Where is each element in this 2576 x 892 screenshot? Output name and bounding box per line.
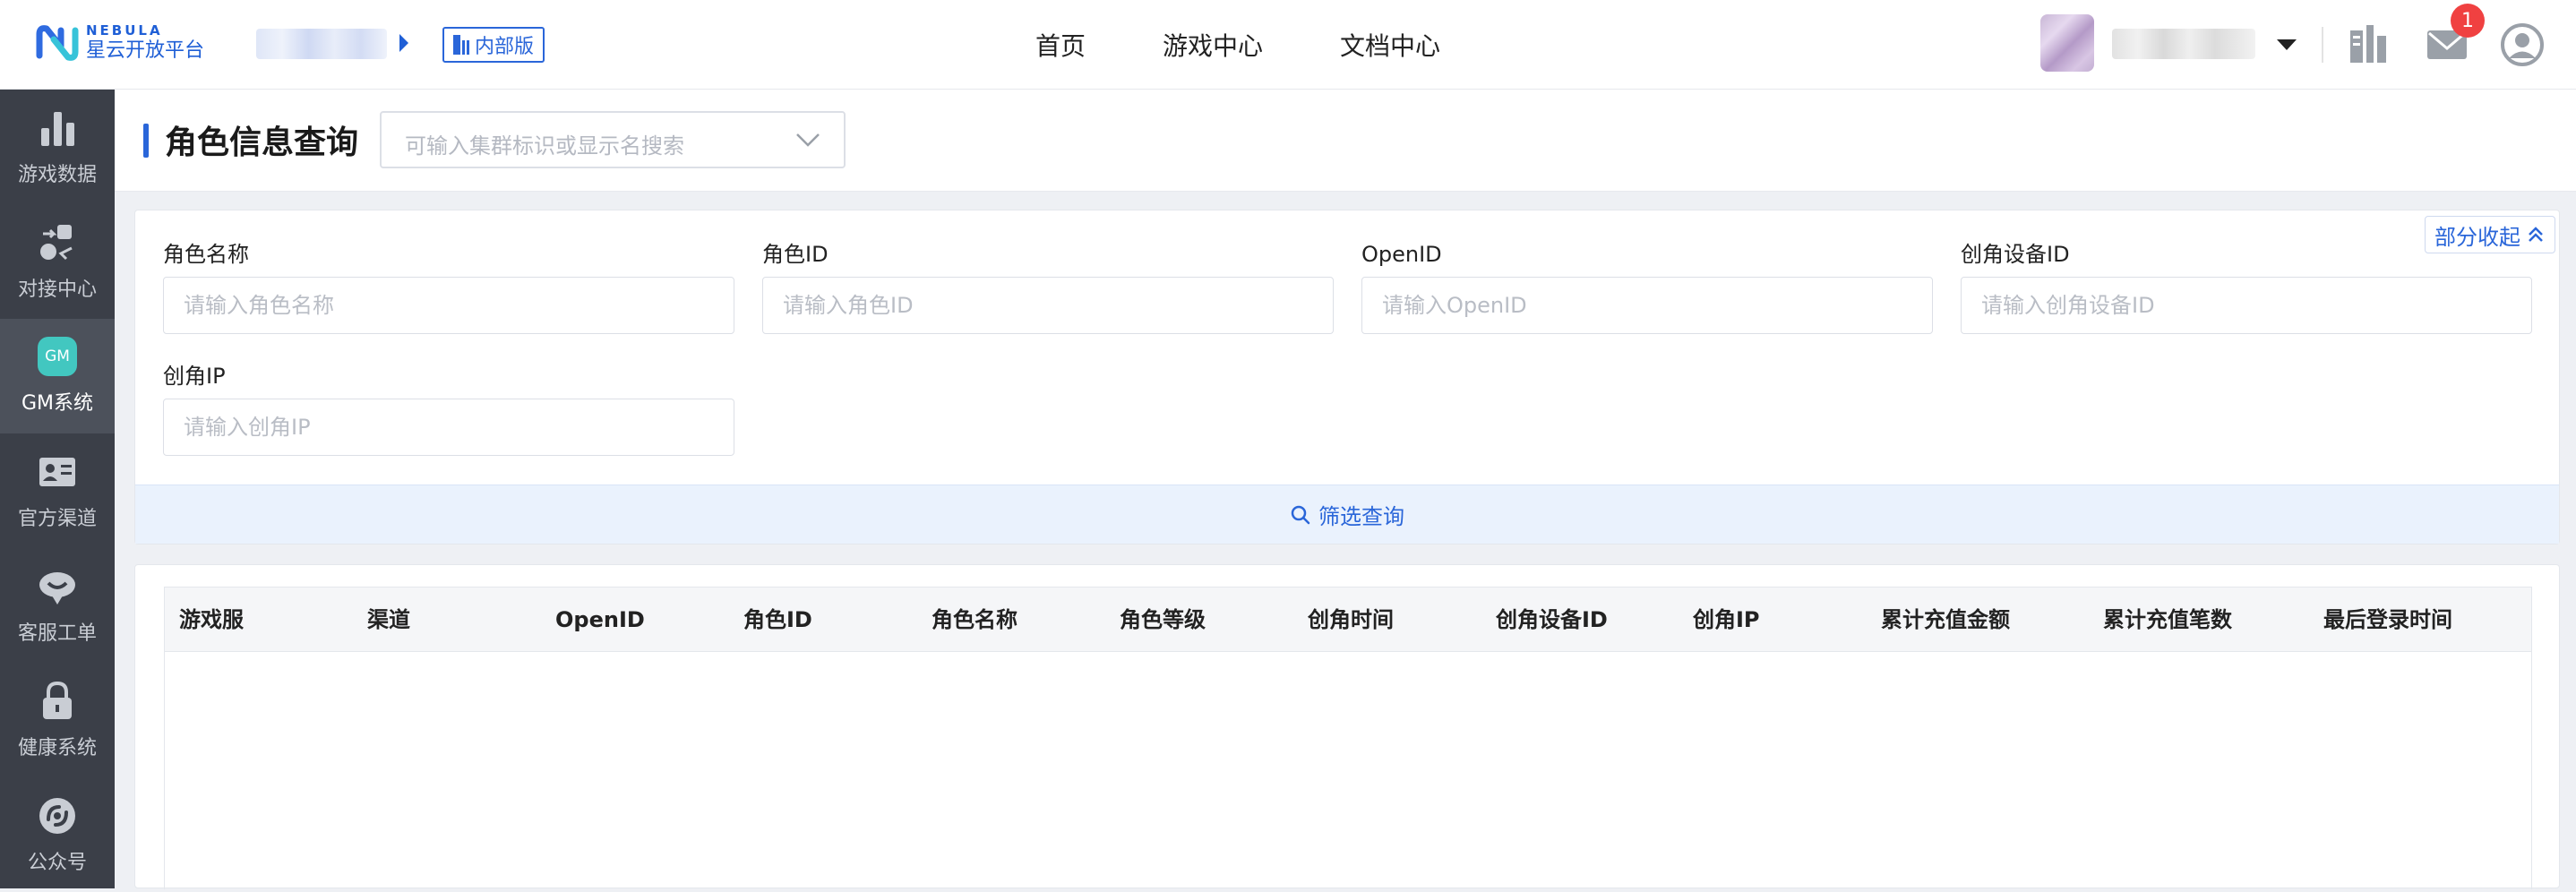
lock-icon [43, 681, 72, 719]
sidebar-item-health-system[interactable]: 健康系统 [0, 663, 115, 777]
col-game-server[interactable]: 游戏服 [179, 588, 244, 652]
col-device-id[interactable]: 创角设备ID [1496, 588, 1608, 652]
user-menu-caret-icon[interactable] [2277, 39, 2297, 50]
sidebar-item-label: GM系统 [21, 392, 94, 415]
field-label: 创角IP [163, 364, 226, 389]
wechat-icon [39, 798, 75, 834]
internal-version-badge: 内部版 [442, 27, 545, 63]
device-id-input[interactable] [1961, 277, 2532, 334]
sidebar-item-label: 健康系统 [17, 737, 97, 759]
top-divider [2322, 27, 2323, 63]
openid-input[interactable] [1361, 277, 1933, 334]
sidebar-item-official-channel[interactable]: 官方渠道 [0, 433, 115, 548]
sidebar-item-label: 游戏数据 [17, 164, 97, 186]
user-name[interactable] [2112, 29, 2255, 59]
page-title: 角色信息查询 [165, 124, 359, 161]
bar-chart-icon [41, 112, 74, 146]
col-role-level[interactable]: 角色等级 [1120, 588, 1206, 652]
field-label: 创角设备ID [1961, 242, 2070, 267]
col-create-time[interactable]: 创角时间 [1308, 588, 1394, 652]
results-panel: 游戏服 渠道 OpenID 角色ID 角色名称 角色等级 创角时间 创角设备ID… [134, 564, 2560, 889]
sidebar-item-gm-system[interactable]: GM GM系统 [0, 319, 115, 433]
id-card-icon [39, 458, 75, 486]
chevron-down-icon [796, 133, 820, 147]
title-accent-bar [143, 124, 149, 158]
search-icon [1291, 505, 1310, 524]
sidebar-item-label: 客服工单 [17, 622, 97, 645]
col-role-id[interactable]: 角色ID [743, 588, 812, 652]
filter-role-name: 角色名称 [163, 239, 734, 334]
page-header: 角色信息查询 可输入集群标识或显示名搜索 [115, 90, 2576, 192]
filter-device-id: 创角设备ID [1961, 239, 2532, 334]
nav-home[interactable]: 首页 [1035, 27, 1086, 63]
cluster-select-placeholder: 可输入集群标识或显示名搜索 [405, 133, 684, 159]
col-channel[interactable]: 渠道 [367, 588, 410, 652]
field-label: OpenID [1361, 242, 1442, 267]
filter-create-ip: 创角IP [163, 361, 734, 456]
sidebar-item-label: 官方渠道 [17, 508, 97, 530]
main-nav: 首页 游戏中心 文档中心 [1035, 0, 1517, 90]
docs-icon[interactable] [2345, 21, 2391, 68]
filter-search-button[interactable]: 筛选查询 [135, 485, 2559, 544]
col-create-ip[interactable]: 创角IP [1693, 588, 1760, 652]
filter-openid: OpenID [1361, 239, 1933, 334]
role-name-input[interactable] [163, 277, 734, 334]
sidebar-item-label: 对接中心 [17, 279, 97, 301]
sidebar-item-label: 公众号 [27, 852, 87, 874]
create-ip-input[interactable] [163, 399, 734, 456]
filter-role-id: 角色ID [762, 239, 1334, 334]
field-label: 角色ID [762, 242, 829, 267]
project-selector[interactable] [256, 29, 387, 59]
sidebar: 游戏数据 对接中心 GM GM系统 官方渠道 客服工单 健康系统 公众号 [0, 90, 115, 888]
col-openid[interactable]: OpenID [555, 588, 645, 652]
project-arrow-icon[interactable] [399, 34, 408, 52]
support-icon [39, 572, 75, 605]
top-bar: NEBULA 星云开放平台 内部版 首页 游戏中心 文档中心 1 [0, 0, 2576, 90]
gm-icon: GM [38, 337, 77, 376]
col-last-login[interactable]: 最后登录时间 [2323, 588, 2452, 652]
brand-logo[interactable]: NEBULA 星云开放平台 [34, 20, 204, 66]
sidebar-item-official-account[interactable]: 公众号 [0, 777, 115, 892]
user-avatar[interactable] [2040, 14, 2094, 72]
col-total-recharge[interactable]: 累计充值金额 [1881, 588, 2010, 652]
brand-name-en: NEBULA [86, 22, 163, 39]
role-id-input[interactable] [762, 277, 1334, 334]
col-recharge-count[interactable]: 累计充值笔数 [2103, 588, 2232, 652]
results-table: 游戏服 渠道 OpenID 角色ID 角色名称 角色等级 创角时间 创角设备ID… [164, 587, 2532, 889]
building-icon [453, 35, 469, 55]
sidebar-item-game-data[interactable]: 游戏数据 [0, 90, 115, 204]
nav-game-center[interactable]: 游戏中心 [1163, 27, 1263, 63]
search-label: 筛选查询 [1318, 504, 1404, 529]
nav-doc-center[interactable]: 文档中心 [1340, 27, 1440, 63]
col-role-name[interactable]: 角色名称 [932, 588, 1018, 652]
sidebar-item-integration[interactable]: 对接中心 [0, 204, 115, 319]
integration-icon [40, 225, 73, 261]
internal-badge-label: 内部版 [475, 36, 535, 58]
account-icon[interactable] [2499, 21, 2546, 68]
nebula-logo-icon [36, 25, 79, 61]
filter-panel: 部分收起 角色名称 角色ID OpenID 创角设备ID 创角IP 筛选查询 [134, 210, 2560, 545]
table-header: 游戏服 渠道 OpenID 角色ID 角色名称 角色等级 创角时间 创角设备ID… [165, 588, 2531, 652]
brand-name-cn: 星云开放平台 [86, 39, 205, 62]
sidebar-item-support-ticket[interactable]: 客服工单 [0, 548, 115, 663]
cluster-select[interactable]: 可输入集群标识或显示名搜索 [380, 111, 846, 168]
mail-count-badge: 1 [2451, 4, 2485, 38]
field-label: 角色名称 [163, 242, 249, 267]
